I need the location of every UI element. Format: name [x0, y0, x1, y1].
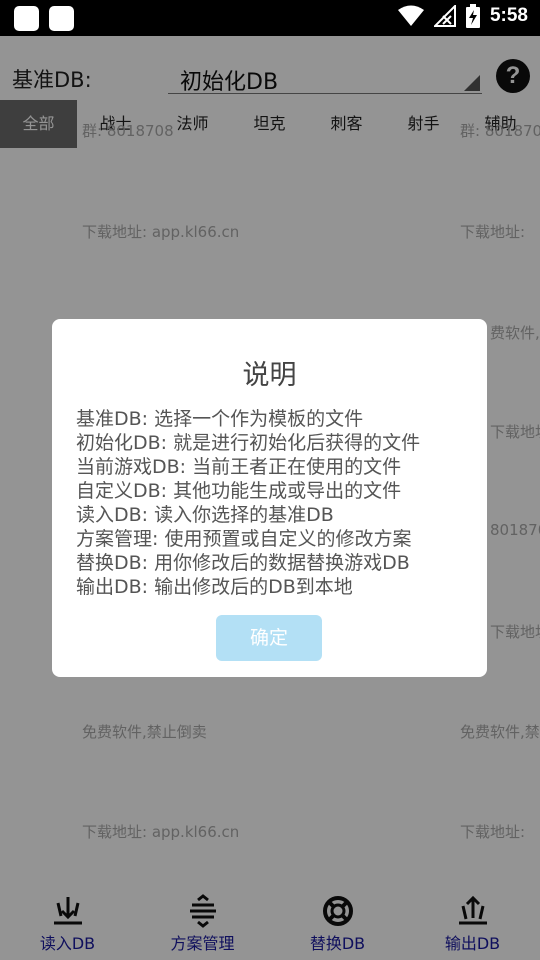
dialog-title: 说明 [242, 360, 297, 391]
dialog-line: 自定义DB: 其他功能生成或导出的文件 [76, 480, 402, 502]
dialog-line: 当前游戏DB: 当前王者正在使用的文件 [76, 456, 402, 478]
dialog-line: 基准DB: 选择一个作为模板的文件 [76, 408, 364, 430]
clock: 5:58 [489, 5, 528, 26]
dialog-line: 替换DB: 用你修改后的数据替换游戏DB [76, 552, 410, 574]
wifi-icon [397, 5, 424, 26]
dialog-body: 基准DB: 选择一个作为模板的文件 初始化DB: 就是进行初始化后获得的文件 当… [76, 407, 476, 599]
dialog-line: 方案管理: 使用预置或自定义的修改方案 [76, 528, 412, 550]
notification-square-icon [49, 6, 74, 31]
battery-charging-icon [465, 4, 480, 28]
status-bar: 5:58 [0, 0, 540, 36]
confirm-button[interactable]: 确定 [216, 615, 322, 661]
instructions-dialog: 说明 基准DB: 选择一个作为模板的文件 初始化DB: 就是进行初始化后获得的文… [52, 319, 487, 677]
dialog-line: 初始化DB: 就是进行初始化后获得的文件 [76, 432, 421, 454]
signal-off-icon [433, 5, 456, 27]
notification-icons [14, 6, 74, 31]
system-icons: 5:58 [397, 4, 528, 28]
dialog-line: 输出DB: 输出修改后的DB到本地 [76, 576, 353, 598]
notification-square-icon [14, 6, 39, 31]
dialog-line: 读入DB: 读入你选择的基准DB [76, 504, 334, 526]
